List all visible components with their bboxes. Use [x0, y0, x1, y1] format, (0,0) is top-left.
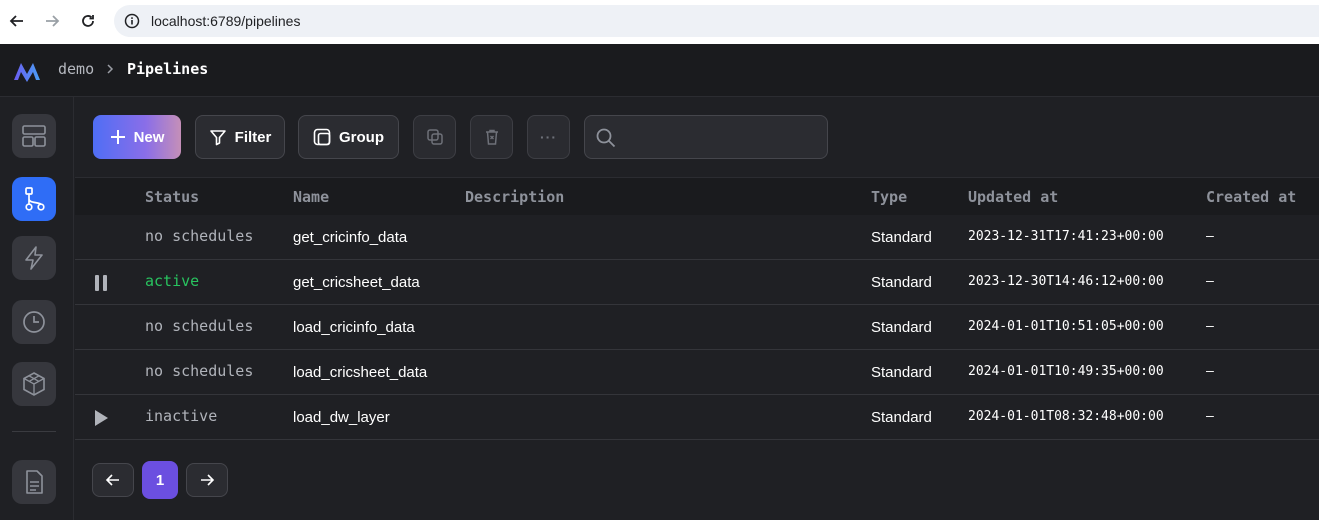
- row-created-at: —: [1206, 229, 1214, 244]
- search-icon: [596, 128, 616, 148]
- arrow-left-icon: [105, 474, 119, 486]
- sidebar: [0, 97, 74, 520]
- toolbar: New Filter Group ···: [75, 97, 1319, 178]
- sidebar-item-triggers[interactable]: [12, 236, 56, 280]
- pause-icon[interactable]: [93, 274, 109, 292]
- forward-arrow-icon[interactable]: [40, 9, 64, 33]
- copy-icon: [426, 129, 443, 145]
- row-status: no schedules: [145, 362, 254, 380]
- reload-icon[interactable]: [76, 9, 100, 33]
- app-header: demo Pipelines: [0, 44, 1319, 97]
- column-header-created-at[interactable]: Created at: [1206, 188, 1296, 206]
- address-bar[interactable]: localhost:6789/pipelines: [114, 5, 1319, 37]
- row-created-at: —: [1206, 364, 1214, 379]
- row-status: no schedules: [145, 227, 254, 245]
- plus-icon: [110, 130, 125, 144]
- cube-icon: [23, 372, 45, 396]
- table-row[interactable]: no schedules get_cricinfo_data Standard …: [75, 215, 1319, 260]
- browser-toolbar: localhost:6789/pipelines: [0, 0, 1319, 44]
- sidebar-item-blocks[interactable]: [12, 362, 56, 406]
- mage-logo-icon[interactable]: [12, 60, 42, 87]
- row-type: Standard: [871, 319, 932, 336]
- pipeline-tree-icon: [25, 187, 45, 211]
- clock-icon: [23, 311, 45, 333]
- table-header: Status Name Description Type Updated at …: [75, 178, 1319, 215]
- next-page-button[interactable]: [186, 463, 228, 497]
- chevron-right-icon: [107, 64, 114, 74]
- filter-button-label: Filter: [234, 128, 272, 146]
- group-squares-icon: [313, 128, 331, 146]
- document-icon: [26, 470, 43, 494]
- row-updated-at: 2024-01-01T08:32:48+00:00: [968, 409, 1164, 424]
- row-type: Standard: [871, 409, 932, 426]
- row-status: inactive: [145, 407, 218, 425]
- search-input[interactable]: [625, 124, 815, 150]
- row-name[interactable]: load_cricsheet_data: [293, 364, 427, 381]
- sidebar-divider: [12, 431, 56, 432]
- main-content: New Filter Group ··· Status Name Descrip…: [75, 97, 1319, 520]
- lightning-icon: [25, 246, 43, 270]
- column-header-type[interactable]: Type: [871, 188, 907, 206]
- row-updated-at: 2023-12-31T17:41:23+00:00: [968, 229, 1164, 244]
- new-pipeline-button[interactable]: New: [93, 115, 181, 159]
- table-row[interactable]: no schedules load_cricsheet_data Standar…: [75, 350, 1319, 395]
- breadcrumb-project[interactable]: demo: [58, 60, 94, 78]
- page-title: Pipelines: [127, 60, 209, 78]
- more-actions-button[interactable]: ···: [527, 115, 570, 159]
- row-name[interactable]: get_cricinfo_data: [293, 229, 407, 246]
- layout-grid-icon: [22, 125, 46, 147]
- row-status: no schedules: [145, 317, 254, 335]
- row-type: Standard: [871, 229, 932, 246]
- row-type: Standard: [871, 274, 932, 291]
- page-number-button[interactable]: 1: [142, 461, 178, 499]
- clone-button[interactable]: [413, 115, 456, 159]
- row-updated-at: 2024-01-01T10:51:05+00:00: [968, 319, 1164, 334]
- column-header-status[interactable]: Status: [145, 188, 199, 206]
- group-button-label: Group: [339, 128, 384, 146]
- previous-page-button[interactable]: [92, 463, 134, 497]
- table-row[interactable]: active get_cricsheet_data Standard 2023-…: [75, 260, 1319, 305]
- row-created-at: —: [1206, 274, 1214, 289]
- row-name[interactable]: load_cricinfo_data: [293, 319, 415, 336]
- sidebar-item-overview[interactable]: [12, 114, 56, 158]
- url-text: localhost:6789/pipelines: [151, 13, 301, 29]
- site-info-icon[interactable]: [124, 13, 140, 29]
- column-header-name[interactable]: Name: [293, 188, 329, 206]
- search-field[interactable]: [584, 115, 828, 159]
- column-header-updated-at[interactable]: Updated at: [968, 188, 1058, 206]
- table-row[interactable]: no schedules load_cricinfo_data Standard…: [75, 305, 1319, 350]
- row-type: Standard: [871, 364, 932, 381]
- sidebar-item-runs[interactable]: [12, 300, 56, 344]
- play-icon[interactable]: [93, 409, 109, 427]
- row-status: active: [145, 272, 200, 290]
- row-updated-at: 2024-01-01T10:49:35+00:00: [968, 364, 1164, 379]
- row-updated-at: 2023-12-30T14:46:12+00:00: [968, 274, 1164, 289]
- ellipsis-icon: ···: [540, 129, 557, 145]
- row-name[interactable]: load_dw_layer: [293, 409, 390, 426]
- arrow-right-icon: [201, 474, 215, 486]
- back-arrow-icon[interactable]: [5, 9, 29, 33]
- sidebar-item-docs[interactable]: [12, 460, 56, 504]
- filter-funnel-icon: [209, 130, 226, 146]
- new-button-label: New: [133, 128, 165, 146]
- row-name[interactable]: get_cricsheet_data: [293, 274, 420, 291]
- column-header-description[interactable]: Description: [465, 188, 564, 206]
- row-created-at: —: [1206, 409, 1214, 424]
- filter-button[interactable]: Filter: [195, 115, 285, 159]
- delete-button[interactable]: [470, 115, 513, 159]
- sidebar-item-pipelines[interactable]: [12, 177, 56, 221]
- trash-icon: [485, 129, 498, 145]
- table-row[interactable]: inactive load_dw_layer Standard 2024-01-…: [75, 395, 1319, 440]
- row-created-at: —: [1206, 319, 1214, 334]
- group-button[interactable]: Group: [298, 115, 399, 159]
